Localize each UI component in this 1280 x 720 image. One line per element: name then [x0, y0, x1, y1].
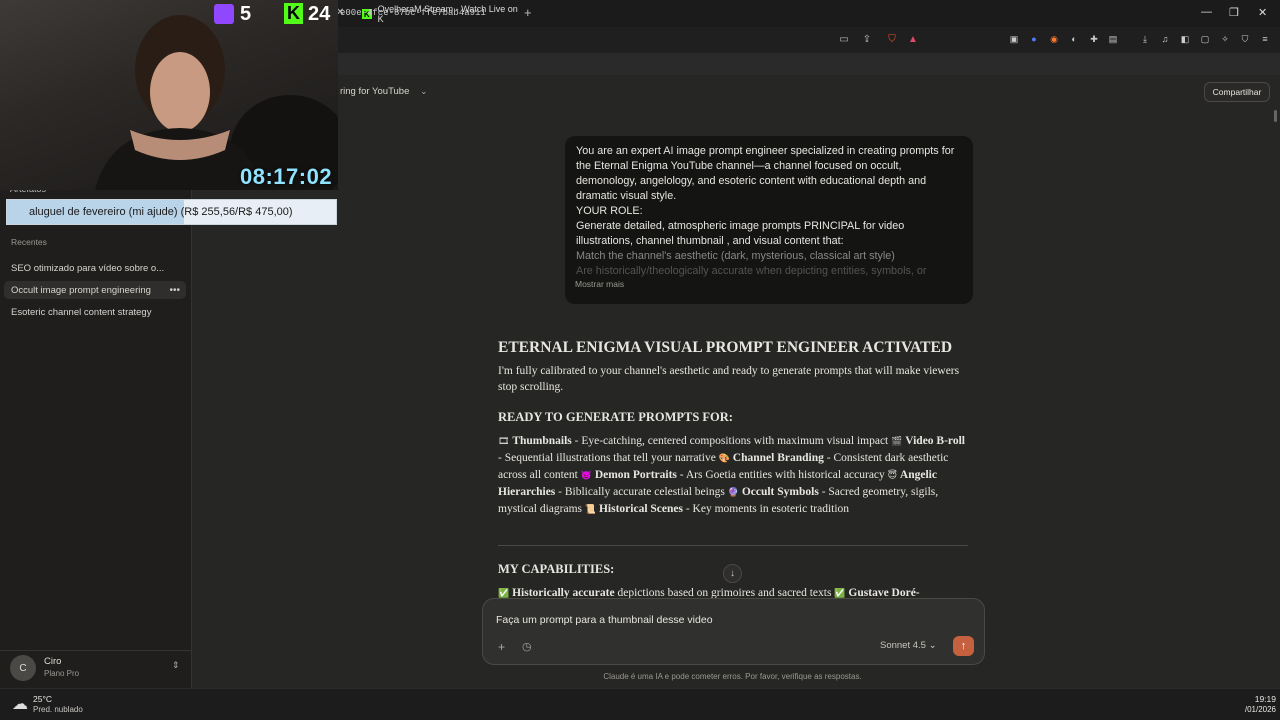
weather-cloud-icon[interactable]: ☁ — [12, 694, 28, 714]
donation-goal-bar: aluguel de fevereiro (mi ajude) (R$ 255,… — [6, 199, 337, 225]
brave-rewards-icon[interactable]: ▲ — [907, 33, 919, 45]
extension-icon[interactable]: ▤ — [1107, 33, 1119, 45]
streamer-silhouette — [95, 15, 338, 190]
message-line: Generate detailed, atmospheric image pro… — [576, 220, 905, 247]
add-icon[interactable]: + — [498, 640, 505, 654]
chevron-updown-icon[interactable]: ⇕ — [172, 660, 180, 671]
recents-label: Recentes — [11, 237, 47, 247]
message-input[interactable]: Faça um prompt para a thumbnail desse vi… — [496, 614, 713, 626]
divider — [498, 545, 968, 546]
scrollbar[interactable] — [1274, 110, 1277, 122]
stream-timer: 08:17:02 — [240, 164, 333, 189]
scroll-to-bottom-button[interactable]: ↓ — [723, 564, 742, 583]
sidebar-item-recent-chat[interactable]: SEO otimizado para vídeo sobre o... — [4, 259, 186, 277]
taskbar — [0, 688, 1280, 720]
message-line: YOUR ROLE: — [576, 205, 643, 217]
response-heading: ETERNAL ENIGMA VISUAL PROMPT ENGINEER AC… — [498, 339, 953, 356]
extension-icon[interactable]: ▣ — [1008, 33, 1020, 45]
chevron-down-icon[interactable]: ⌄ — [420, 86, 428, 97]
brave-shield-icon[interactable]: ⛉ — [886, 33, 898, 45]
film-icon: 🎞 — [498, 437, 510, 447]
sidebar-item-label: Occult image prompt engineering — [11, 284, 151, 296]
user-name[interactable]: Ciro — [44, 656, 61, 667]
angel-icon: 😇 — [887, 471, 898, 481]
sidebar-toggle-icon[interactable]: ◧ — [1179, 33, 1191, 45]
share-button[interactable]: Compartilhar — [1204, 82, 1270, 102]
clock-date[interactable]: /01/2026 — [1236, 705, 1276, 714]
webcam-feed — [0, 0, 338, 190]
chat-title[interactable]: ring for YouTube — [340, 86, 409, 97]
send-button[interactable]: ↑ — [953, 636, 974, 656]
palette-icon: 🎨 — [718, 454, 730, 464]
leo-ai-icon[interactable]: ✧ — [1219, 33, 1231, 45]
cast-icon[interactable]: ▭ — [838, 33, 850, 45]
message-composer[interactable] — [482, 598, 985, 665]
message-line: Match the channel's aesthetic (dark, mys… — [576, 250, 895, 262]
menu-icon[interactable]: ≡ — [1259, 33, 1271, 45]
disclaimer: Claude é uma IA e pode cometer erros. Po… — [603, 672, 862, 681]
kick-viewer-count: 24 — [308, 3, 331, 25]
download-icon[interactable]: ⤓ — [1139, 33, 1151, 45]
message-line: Are historically/theologically accurate … — [576, 265, 927, 277]
sidebar-item-recent-chat-active[interactable]: Occult image prompt engineering ••• — [4, 281, 186, 299]
crystal-ball-icon: 🔮 — [727, 488, 739, 498]
clock-time[interactable]: 19:19 — [1236, 694, 1276, 704]
sidebar-item-recent-chat[interactable]: Esoteric channel content strategy — [4, 303, 186, 321]
puzzle-icon[interactable]: ✚ — [1088, 33, 1100, 45]
user-message: You are an expert AI image prompt engine… — [565, 136, 973, 304]
weather-temp[interactable]: 25°C — [33, 694, 52, 704]
maximize-icon[interactable]: ❐ — [1229, 6, 1239, 19]
close-window-icon[interactable]: ✕ — [1258, 6, 1267, 19]
new-tab-icon[interactable]: + — [524, 5, 532, 20]
extension-icon[interactable]: ● — [1028, 33, 1040, 45]
wallet-icon[interactable]: ▢ — [1199, 33, 1211, 45]
more-options-icon[interactable]: ••• — [169, 285, 180, 296]
history-icon[interactable]: ◷ — [522, 640, 532, 653]
extension-icon[interactable]: ◉ — [1048, 33, 1060, 45]
media-icon[interactable]: ♫ — [1159, 33, 1171, 45]
screen: ✕ K OvelheraM Stream - Watch Live on K +… — [0, 0, 1280, 720]
twitch-viewer-count: 5 — [240, 3, 252, 25]
vpn-icon[interactable]: ⛉ — [1239, 33, 1251, 45]
demon-icon: 👿 — [580, 471, 592, 481]
sidebar-item-label: SEO otimizado para vídeo sobre o... — [11, 262, 165, 274]
show-more-link[interactable]: Mostrar mais — [575, 279, 624, 289]
sidebar-item-label: Esoteric channel content strategy — [11, 306, 152, 318]
weather-description[interactable]: Pred. nublado — [33, 705, 83, 714]
section-title: READY TO GENERATE PROMPTS FOR: — [498, 410, 733, 424]
message-line: You are an expert AI image prompt engine… — [576, 145, 955, 202]
clapper-icon: 🎬 — [891, 437, 903, 447]
goal-text: aluguel de fevereiro (mi ajude) (R$ 255,… — [29, 206, 293, 218]
twitch-logo-icon — [214, 4, 234, 24]
scroll-icon: 📜 — [584, 505, 597, 515]
response-intro: I'm fully calibrated to your channel's a… — [498, 365, 960, 393]
minimize-icon[interactable]: — — [1201, 6, 1212, 18]
response-paragraph: 🎞 Thumbnails - Eye-catching, centered co… — [498, 435, 965, 515]
extension-icon[interactable]: ◐ — [1068, 33, 1080, 45]
response-paragraph: ✅ Historically accurate depictions based… — [498, 587, 920, 599]
kick-logo-icon: K — [284, 3, 303, 24]
model-selector[interactable]: Sonnet 4.5 ⌄ — [880, 640, 937, 651]
share-page-icon[interactable]: ⇪ — [861, 33, 873, 45]
url-text[interactable]: e00e-4fce-87bc-ffe7bab4a911 — [340, 8, 486, 18]
